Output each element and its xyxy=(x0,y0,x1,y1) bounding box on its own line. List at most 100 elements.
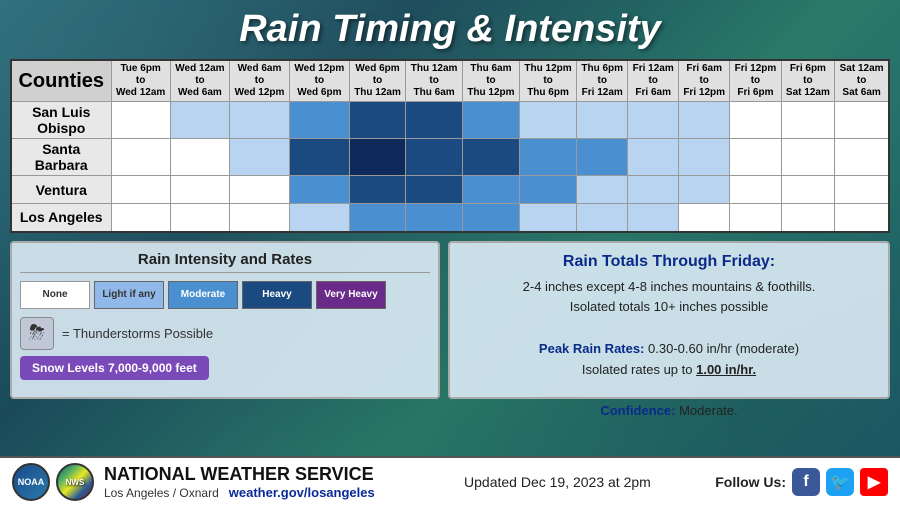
page-title: Rain Timing & Intensity xyxy=(10,8,890,51)
org-name: NATIONAL WEATHER SERVICE xyxy=(104,464,400,485)
time-col-12: Fri 6pmtoSat 12am xyxy=(781,60,835,102)
table-row: Los Angeles xyxy=(11,204,889,232)
legend-item-1: Light if any xyxy=(94,281,164,309)
cell-0-1 xyxy=(170,102,229,139)
cell-3-2 xyxy=(230,204,290,232)
totals-body: 2-4 inches except 4-8 inches mountains &… xyxy=(464,277,874,423)
cell-0-0 xyxy=(111,102,170,139)
cell-3-6 xyxy=(462,204,519,232)
cell-3-7 xyxy=(519,204,576,232)
cell-1-2 xyxy=(230,139,290,176)
cell-0-11 xyxy=(730,102,781,139)
cell-2-4 xyxy=(349,176,406,204)
rain-timing-table: Counties Tue 6pmtoWed 12amWed 12amtoWed … xyxy=(10,59,890,233)
time-col-2: Wed 6amtoWed 12pm xyxy=(230,60,290,102)
cell-1-13 xyxy=(835,139,889,176)
cell-3-12 xyxy=(781,204,835,232)
thunder-text: = Thunderstorms Possible xyxy=(62,326,213,341)
cell-1-11 xyxy=(730,139,781,176)
legend-box-0: None xyxy=(20,281,90,309)
legend-box-3: Heavy xyxy=(242,281,312,309)
time-col-6: Thu 6amtoThu 12pm xyxy=(462,60,519,102)
cell-0-7 xyxy=(519,102,576,139)
cell-1-0 xyxy=(111,139,170,176)
follow-label: Follow Us: xyxy=(715,474,786,490)
cell-3-0 xyxy=(111,204,170,232)
cell-2-2 xyxy=(230,176,290,204)
follow-us: Follow Us: f 🐦 ▶ xyxy=(715,468,888,496)
youtube-icon[interactable]: ▶ xyxy=(860,468,888,496)
cell-1-7 xyxy=(519,139,576,176)
legend-colors: NoneLight if anyModerateHeavyVery Heavy xyxy=(20,281,430,309)
legend-item-2: Moderate xyxy=(168,281,238,309)
time-col-11: Fri 12pmtoFri 6pm xyxy=(730,60,781,102)
county-label-3: Los Angeles xyxy=(11,204,111,232)
cell-2-1 xyxy=(170,176,229,204)
cell-3-1 xyxy=(170,204,229,232)
table-row: Santa Barbara xyxy=(11,139,889,176)
legend-item-0: None xyxy=(20,281,90,309)
time-col-0: Tue 6pmtoWed 12am xyxy=(111,60,170,102)
org-sub: Los Angeles / Oxnard weather.gov/losange… xyxy=(104,485,400,500)
cell-1-10 xyxy=(679,139,730,176)
cell-1-9 xyxy=(628,139,679,176)
snow-badge: Snow Levels 7,000-9,000 feet xyxy=(20,356,209,380)
county-label-0: San Luis Obispo xyxy=(11,102,111,139)
legend-title: Rain Intensity and Rates xyxy=(20,251,430,273)
time-col-9: Fri 12amtoFri 6am xyxy=(628,60,679,102)
totals-peak: Peak Rain Rates: 0.30-0.60 in/hr (modera… xyxy=(464,339,874,360)
legend-box-4: Very Heavy xyxy=(316,281,386,309)
time-col-7: Thu 12pmtoThu 6pm xyxy=(519,60,576,102)
totals-line2: Isolated totals 10+ inches possible xyxy=(464,297,874,318)
cell-0-5 xyxy=(406,102,463,139)
facebook-icon[interactable]: f xyxy=(792,468,820,496)
cell-2-13 xyxy=(835,176,889,204)
cell-1-6 xyxy=(462,139,519,176)
legend-item-3: Heavy xyxy=(242,281,312,309)
cell-1-3 xyxy=(289,139,349,176)
time-col-5: Thu 12amtoThu 6am xyxy=(406,60,463,102)
cell-2-6 xyxy=(462,176,519,204)
cell-2-9 xyxy=(628,176,679,204)
nws-logo: NWS xyxy=(56,463,94,501)
cell-3-5 xyxy=(406,204,463,232)
totals-isolated: Isolated rates up to 1.00 in/hr. xyxy=(464,360,874,381)
legend-box-1: Light if any xyxy=(94,281,164,309)
cell-0-12 xyxy=(781,102,835,139)
time-col-10: Fri 6amtoFri 12pm xyxy=(679,60,730,102)
cell-0-2 xyxy=(230,102,290,139)
cell-2-7 xyxy=(519,176,576,204)
cell-1-8 xyxy=(577,139,628,176)
time-col-8: Thu 6pmtoFri 12am xyxy=(577,60,628,102)
org-url[interactable]: weather.gov/losangeles xyxy=(229,485,375,500)
cell-0-13 xyxy=(835,102,889,139)
noaa-logo: NOAA xyxy=(12,463,50,501)
county-label-1: Santa Barbara xyxy=(11,139,111,176)
cell-2-5 xyxy=(406,176,463,204)
time-col-1: Wed 12amtoWed 6am xyxy=(170,60,229,102)
time-col-4: Wed 6pmtoThu 12am xyxy=(349,60,406,102)
cell-1-1 xyxy=(170,139,229,176)
counties-header: Counties xyxy=(11,60,111,102)
time-col-3: Wed 12pmtoWed 6pm xyxy=(289,60,349,102)
cell-2-10 xyxy=(679,176,730,204)
totals-confidence: Confidence: Moderate. xyxy=(464,401,874,422)
totals-panel: Rain Totals Through Friday: 2-4 inches e… xyxy=(448,241,890,399)
legend-item-4: Very Heavy xyxy=(316,281,386,309)
cell-2-3 xyxy=(289,176,349,204)
legend-box-2: Moderate xyxy=(168,281,238,309)
cell-3-3 xyxy=(289,204,349,232)
cell-0-3 xyxy=(289,102,349,139)
cell-3-8 xyxy=(577,204,628,232)
table-row: San Luis Obispo xyxy=(11,102,889,139)
footer: NOAA NWS NATIONAL WEATHER SERVICE Los An… xyxy=(0,456,900,506)
cell-2-8 xyxy=(577,176,628,204)
thunder-row: ⛈ = Thunderstorms Possible xyxy=(20,317,430,350)
legend-panel: Rain Intensity and Rates NoneLight if an… xyxy=(10,241,440,399)
cell-3-13 xyxy=(835,204,889,232)
nws-text: NATIONAL WEATHER SERVICE Los Angeles / O… xyxy=(104,464,400,500)
nws-logos: NOAA NWS xyxy=(12,463,94,501)
twitter-icon[interactable]: 🐦 xyxy=(826,468,854,496)
table-row: Ventura xyxy=(11,176,889,204)
cell-1-5 xyxy=(406,139,463,176)
